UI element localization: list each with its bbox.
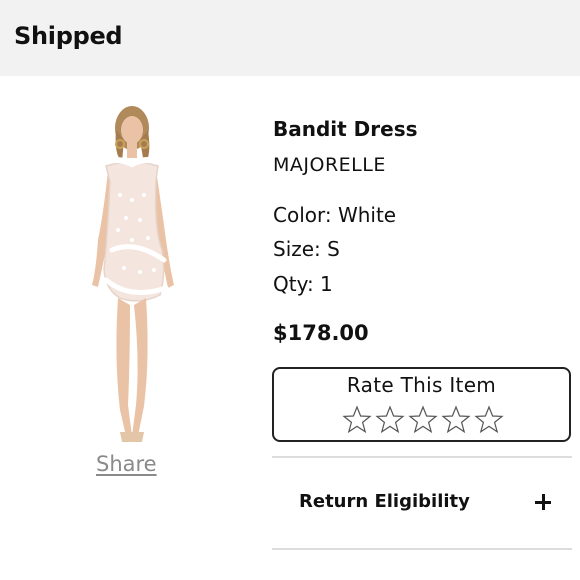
product-name[interactable]: Bandit Dress [273,117,418,141]
divider [272,456,572,458]
star-rating [342,405,504,435]
product-price: $178.00 [273,321,369,345]
return-eligibility-label: Return Eligibility [299,491,470,512]
divider [272,548,572,550]
order-status-title: Shipped [14,22,123,50]
star-icon[interactable] [474,405,504,435]
rate-item-card: Rate This Item [272,367,571,442]
star-icon[interactable] [375,405,405,435]
star-icon[interactable] [342,405,372,435]
product-color: Color: White [273,203,397,227]
rate-item-title: Rate This Item [346,373,497,397]
order-status-header: Shipped [0,0,580,76]
plus-icon[interactable] [535,494,551,510]
product-size: Size: S [273,237,340,261]
return-eligibility-accordion[interactable]: Return Eligibility [272,470,572,536]
brand-name: MAJORELLE [273,154,386,176]
product-image[interactable] [70,100,190,450]
star-icon[interactable] [441,405,471,435]
product-quantity: Qty: 1 [273,272,333,296]
star-icon[interactable] [408,405,438,435]
share-link[interactable]: Share [96,452,157,476]
